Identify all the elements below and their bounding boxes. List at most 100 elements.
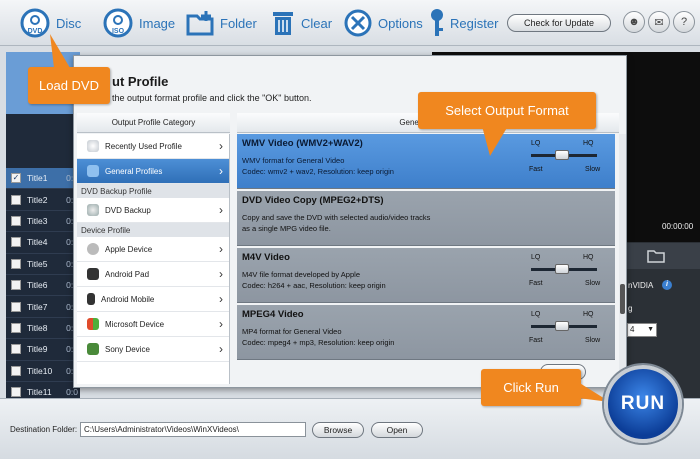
- folder-label: Folder: [220, 15, 257, 31]
- title-row[interactable]: Title40:0: [6, 232, 80, 254]
- category-general[interactable]: General Profiles ›: [77, 159, 229, 184]
- trash-icon: [273, 12, 293, 35]
- title-row[interactable]: ✓Title10:0: [6, 168, 80, 190]
- callout-select-format: Select Output Format: [418, 92, 596, 129]
- title-label: Title11: [27, 387, 52, 398]
- quality-slider[interactable]: LQ HQ Fast Slow: [529, 140, 600, 180]
- title-checkbox[interactable]: ✓: [11, 173, 21, 184]
- title-checkbox[interactable]: [11, 344, 21, 355]
- info-icon[interactable]: i: [662, 280, 672, 290]
- user-icon[interactable]: ☻: [623, 11, 645, 33]
- group-dvd-backup: DVD Backup Profile: [77, 184, 229, 198]
- folder-button[interactable]: Folder: [186, 6, 257, 40]
- run-button[interactable]: RUN: [604, 365, 682, 443]
- callout-select-arrow: [482, 126, 508, 156]
- image-button[interactable]: ISO Image: [103, 6, 175, 40]
- scrollbar-thumb[interactable]: [620, 284, 625, 314]
- option-select[interactable]: 4 ▼: [627, 323, 657, 337]
- profile-codec: Codec: wmv2 + wav2, Resolution: keep ori…: [242, 167, 394, 176]
- fast-label: Fast: [529, 337, 543, 344]
- dropdown-arrow-icon: ▼: [647, 326, 654, 333]
- category-recent[interactable]: Recently Used Profile ›: [77, 134, 229, 159]
- register-label: Register: [450, 15, 499, 31]
- callout-click-run: Click Run: [481, 369, 581, 406]
- film-icon: [87, 165, 99, 177]
- profile-item[interactable]: WMV Video (WMV2+WAV2) WMV format for Gene…: [237, 134, 615, 189]
- profile-name: DVD Video Copy (MPEG2+DTS): [242, 195, 384, 206]
- category-recent-label: Recently Used Profile: [105, 141, 182, 151]
- category-column-header: Output Profile Category: [77, 113, 230, 133]
- profile-item[interactable]: DVD Video Copy (MPEG2+DTS) Copy and save …: [237, 191, 615, 246]
- title-row[interactable]: Title90:0: [6, 339, 80, 361]
- title-row[interactable]: Title60:0: [6, 275, 80, 297]
- toolbar: DVD Disc ISO Image Folder Clear Options …: [0, 0, 700, 46]
- profile-description: MP4 format for General Video: [242, 327, 342, 336]
- clear-button[interactable]: Clear: [271, 6, 332, 40]
- title-label: Title2: [27, 194, 48, 205]
- title-checkbox[interactable]: [11, 258, 21, 269]
- category-android-mobile-label: Android Mobile: [101, 294, 155, 304]
- profile-codec: Codec: mpeg4 + mp3, Resolution: keep ori…: [242, 338, 395, 347]
- title-checkbox[interactable]: [11, 322, 21, 333]
- category-dvd-backup[interactable]: DVD Backup ›: [77, 198, 229, 223]
- open-button[interactable]: Open: [371, 422, 423, 438]
- disc-label: Disc: [56, 15, 82, 31]
- chevron-right-icon: ›: [219, 242, 223, 256]
- options-label: Options: [378, 15, 423, 31]
- quality-knob[interactable]: [555, 321, 569, 331]
- chevron-right-icon: ›: [219, 164, 223, 178]
- title-row[interactable]: Title70:0: [6, 296, 80, 318]
- tablet-icon: [87, 268, 99, 280]
- title-checkbox[interactable]: [11, 237, 21, 248]
- category-sony[interactable]: Sony Device ›: [77, 337, 229, 362]
- destination-folder-input[interactable]: C:\Users\Administrator\Videos\WinXVideos…: [80, 422, 306, 437]
- category-dvd-backup-label: DVD Backup: [105, 205, 151, 215]
- register-button[interactable]: Register: [430, 6, 498, 40]
- category-android-pad-label: Android Pad: [105, 269, 150, 279]
- title-checkbox[interactable]: [11, 194, 21, 205]
- title-label: Title5: [27, 258, 48, 269]
- quality-slider[interactable]: LQ HQ Fast Slow: [529, 254, 600, 294]
- chevron-right-icon: ›: [219, 267, 223, 281]
- profile-description: M4V file format developed by Apple: [242, 270, 360, 279]
- title-checkbox[interactable]: [11, 365, 21, 376]
- profile-description: Copy and save the DVD with selected audi…: [242, 213, 431, 222]
- quality-knob[interactable]: [555, 264, 569, 274]
- options-button[interactable]: Options: [344, 6, 423, 40]
- quality-slider[interactable]: LQ HQ Fast Slow: [529, 311, 600, 351]
- sony-device-icon: [87, 343, 99, 355]
- category-android-pad[interactable]: Android Pad ›: [77, 262, 229, 287]
- title-checkbox[interactable]: [11, 280, 21, 291]
- quality-knob[interactable]: [555, 150, 569, 160]
- profile-item[interactable]: M4V Video M4V file format developed by Ap…: [237, 248, 615, 303]
- folder-icon[interactable]: [647, 249, 665, 263]
- browse-button[interactable]: Browse: [312, 422, 364, 438]
- lq-label: LQ: [531, 311, 541, 318]
- folder-add-icon: [186, 11, 214, 36]
- category-microsoft[interactable]: Microsoft Device ›: [77, 312, 229, 337]
- svg-text:DVD: DVD: [28, 28, 43, 35]
- title-checkbox[interactable]: [11, 215, 21, 226]
- check-for-update-button[interactable]: Check for Update: [507, 14, 611, 32]
- lq-label: LQ: [531, 254, 541, 261]
- title-row[interactable]: Title100:0: [6, 361, 80, 382]
- title-checkbox[interactable]: [11, 301, 21, 312]
- category-apple[interactable]: Apple Device ›: [77, 237, 229, 262]
- svg-text:ISO: ISO: [112, 28, 125, 35]
- dialog-subtitle: the output format profile and click the …: [112, 93, 312, 103]
- callout-load-arrow: [50, 34, 70, 68]
- key-icon: [431, 9, 443, 36]
- title-row[interactable]: Title30:0: [6, 211, 80, 233]
- profile-item[interactable]: MPEG4 Video MP4 format for General Video C…: [237, 305, 615, 360]
- title-row[interactable]: Title50:0: [6, 254, 80, 275]
- clear-label: Clear: [301, 15, 333, 31]
- profile-scrollbar[interactable]: [619, 134, 626, 384]
- help-icon[interactable]: ?: [673, 11, 695, 33]
- iso-disc-icon: ISO: [103, 8, 133, 38]
- apple-icon: [87, 243, 99, 255]
- title-checkbox[interactable]: [11, 387, 21, 398]
- title-row[interactable]: Title80:0: [6, 318, 80, 340]
- category-android-mobile[interactable]: Android Mobile ›: [77, 287, 229, 312]
- title-row[interactable]: Title20:0: [6, 189, 80, 211]
- mail-icon[interactable]: ✉: [648, 11, 670, 33]
